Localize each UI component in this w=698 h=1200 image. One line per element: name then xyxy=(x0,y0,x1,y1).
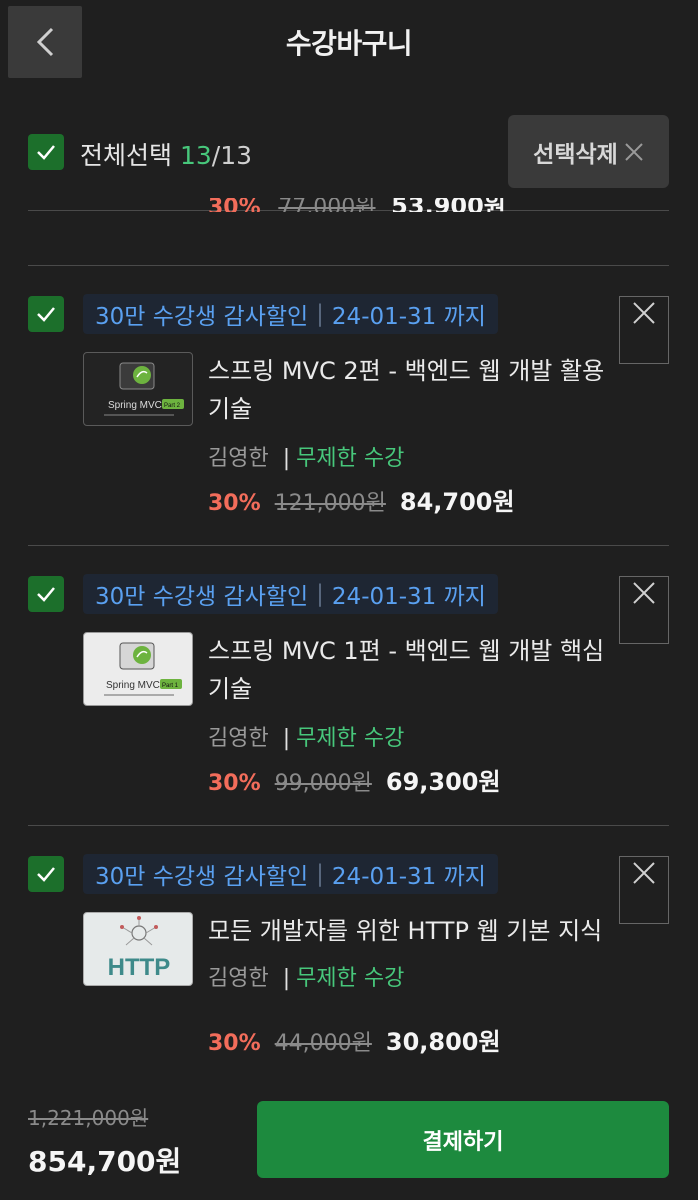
page-title: 수강바구니 xyxy=(285,27,413,60)
thumb-title: Spring MVC xyxy=(108,400,162,411)
course-title[interactable]: 스프링 MVC 1편 - 백엔드 웹 개발 핵심 기술 xyxy=(208,632,628,708)
price-line: 30% 44,000원 30,800원 xyxy=(208,1022,501,1057)
promo-date: 24-01-31 까지 xyxy=(331,864,486,890)
discount-rate: 30% xyxy=(208,771,261,796)
original-price: 44,000원 xyxy=(274,1031,372,1056)
cart-item: 30만 수강생 감사할인 | 24-01-31 까지 Spring MVC Pa… xyxy=(0,546,698,806)
item-checkbox[interactable] xyxy=(28,856,64,892)
access-period: 무제한 수강 xyxy=(296,966,405,991)
item-checkbox[interactable] xyxy=(28,576,64,612)
promo-date: 24-01-31 까지 xyxy=(331,584,486,610)
course-thumbnail[interactable]: Spring MVC Part 2 xyxy=(83,352,193,426)
item-checkbox[interactable] xyxy=(28,296,64,332)
close-icon xyxy=(625,142,643,161)
course-thumbnail[interactable]: Spring MVC Part 1 xyxy=(83,632,193,706)
header: 수강바구니 xyxy=(0,0,698,84)
course-title[interactable]: 스프링 MVC 2편 - 백엔드 웹 개발 활용 기술 xyxy=(208,352,628,428)
promo-separator: | xyxy=(316,301,324,327)
cart-item: 30만 수강생 감사할인 | 24-01-31 까지 HTTP 모든 개발자를 … xyxy=(0,826,698,1086)
promo-separator: | xyxy=(316,861,324,887)
selected-count: 13 xyxy=(179,141,212,170)
thumb-title: HTTP xyxy=(108,954,171,981)
course-meta: 김영한 | 무제한 수강 xyxy=(208,960,404,992)
promo-date: 24-01-31 까지 xyxy=(331,304,486,330)
discount-rate: 30% xyxy=(208,491,261,516)
price-line: 30% 121,000원 84,700원 xyxy=(208,482,515,517)
close-icon xyxy=(633,582,655,604)
original-price: 121,000원 xyxy=(274,491,386,516)
meta-separator: | xyxy=(282,446,291,471)
promo-label: 30만 수강생 감사할인 xyxy=(95,864,309,890)
promo-badge: 30만 수강생 감사할인 | 24-01-31 까지 xyxy=(83,574,498,614)
original-price: 99,000원 xyxy=(274,771,372,796)
close-icon xyxy=(633,862,655,884)
promo-label: 30만 수강생 감사할인 xyxy=(95,584,309,610)
promo-label: 30만 수강생 감사할인 xyxy=(95,304,309,330)
course-title[interactable]: 모든 개발자를 위한 HTTP 웹 기본 지식 xyxy=(208,912,628,950)
total-count: /13 xyxy=(211,141,253,170)
check-icon xyxy=(37,587,55,602)
checkout-footer: 1,221,000원 854,700원 결제하기 xyxy=(0,1088,698,1200)
instructor-name: 김영한 xyxy=(208,726,269,751)
promo-badge: 30만 수강생 감사할인 | 24-01-31 까지 xyxy=(83,294,498,334)
promo-separator: | xyxy=(316,581,324,607)
final-price: 53,900원 xyxy=(391,198,506,212)
close-icon xyxy=(633,302,655,324)
cart-item: 30만 수강생 감사할인 | 24-01-31 까지 Spring MVC Pa… xyxy=(0,266,698,526)
thumb-badge: Part 2 xyxy=(164,403,181,409)
checkout-button[interactable]: 결제하기 xyxy=(257,1101,669,1178)
total-original-price: 1,221,000원 xyxy=(28,1106,149,1130)
partial-item-price: 30% 77,000원 53,900원 xyxy=(208,198,506,212)
select-all-row: 전체선택 13/13 선택삭제 xyxy=(0,110,698,194)
discount-rate: 30% xyxy=(208,1031,261,1056)
access-period: 무제한 수강 xyxy=(296,446,405,471)
thumb-title: Spring MVC xyxy=(106,680,160,691)
promo-badge: 30만 수강생 감사할인 | 24-01-31 까지 xyxy=(83,854,498,894)
final-price: 30,800원 xyxy=(385,1028,501,1056)
check-icon xyxy=(37,145,55,160)
instructor-name: 김영한 xyxy=(208,966,269,991)
spring-logo-icon: Spring MVC Part 1 xyxy=(104,642,182,696)
network-icon: HTTP xyxy=(108,916,171,981)
price-line: 30% 99,000원 69,300원 xyxy=(208,762,501,797)
final-price: 69,300원 xyxy=(385,768,501,796)
course-meta: 김영한 | 무제한 수강 xyxy=(208,440,404,472)
instructor-name: 김영한 xyxy=(208,446,269,471)
select-all-text: 전체선택 xyxy=(80,141,173,170)
discount-rate: 30% xyxy=(208,198,261,212)
meta-separator: | xyxy=(282,726,291,751)
spring-logo-icon: Spring MVC Part 2 xyxy=(104,362,184,416)
meta-separator: | xyxy=(282,966,291,991)
check-icon xyxy=(37,307,55,322)
check-icon xyxy=(37,867,55,882)
access-period: 무제한 수강 xyxy=(296,726,405,751)
delete-selected-label: 선택삭제 xyxy=(533,141,618,168)
delete-selected-button[interactable]: 선택삭제 xyxy=(508,115,669,188)
thumb-badge: Part 1 xyxy=(162,683,179,689)
original-price: 77,000원 xyxy=(278,198,376,212)
course-thumbnail[interactable]: HTTP xyxy=(83,912,193,986)
select-all-label[interactable]: 전체선택 13/13 xyxy=(80,136,252,172)
course-meta: 김영한 | 무제한 수강 xyxy=(208,720,404,752)
select-all-checkbox[interactable] xyxy=(28,134,64,170)
final-price: 84,700원 xyxy=(399,488,515,516)
total-final-price: 854,700원 xyxy=(28,1145,182,1178)
